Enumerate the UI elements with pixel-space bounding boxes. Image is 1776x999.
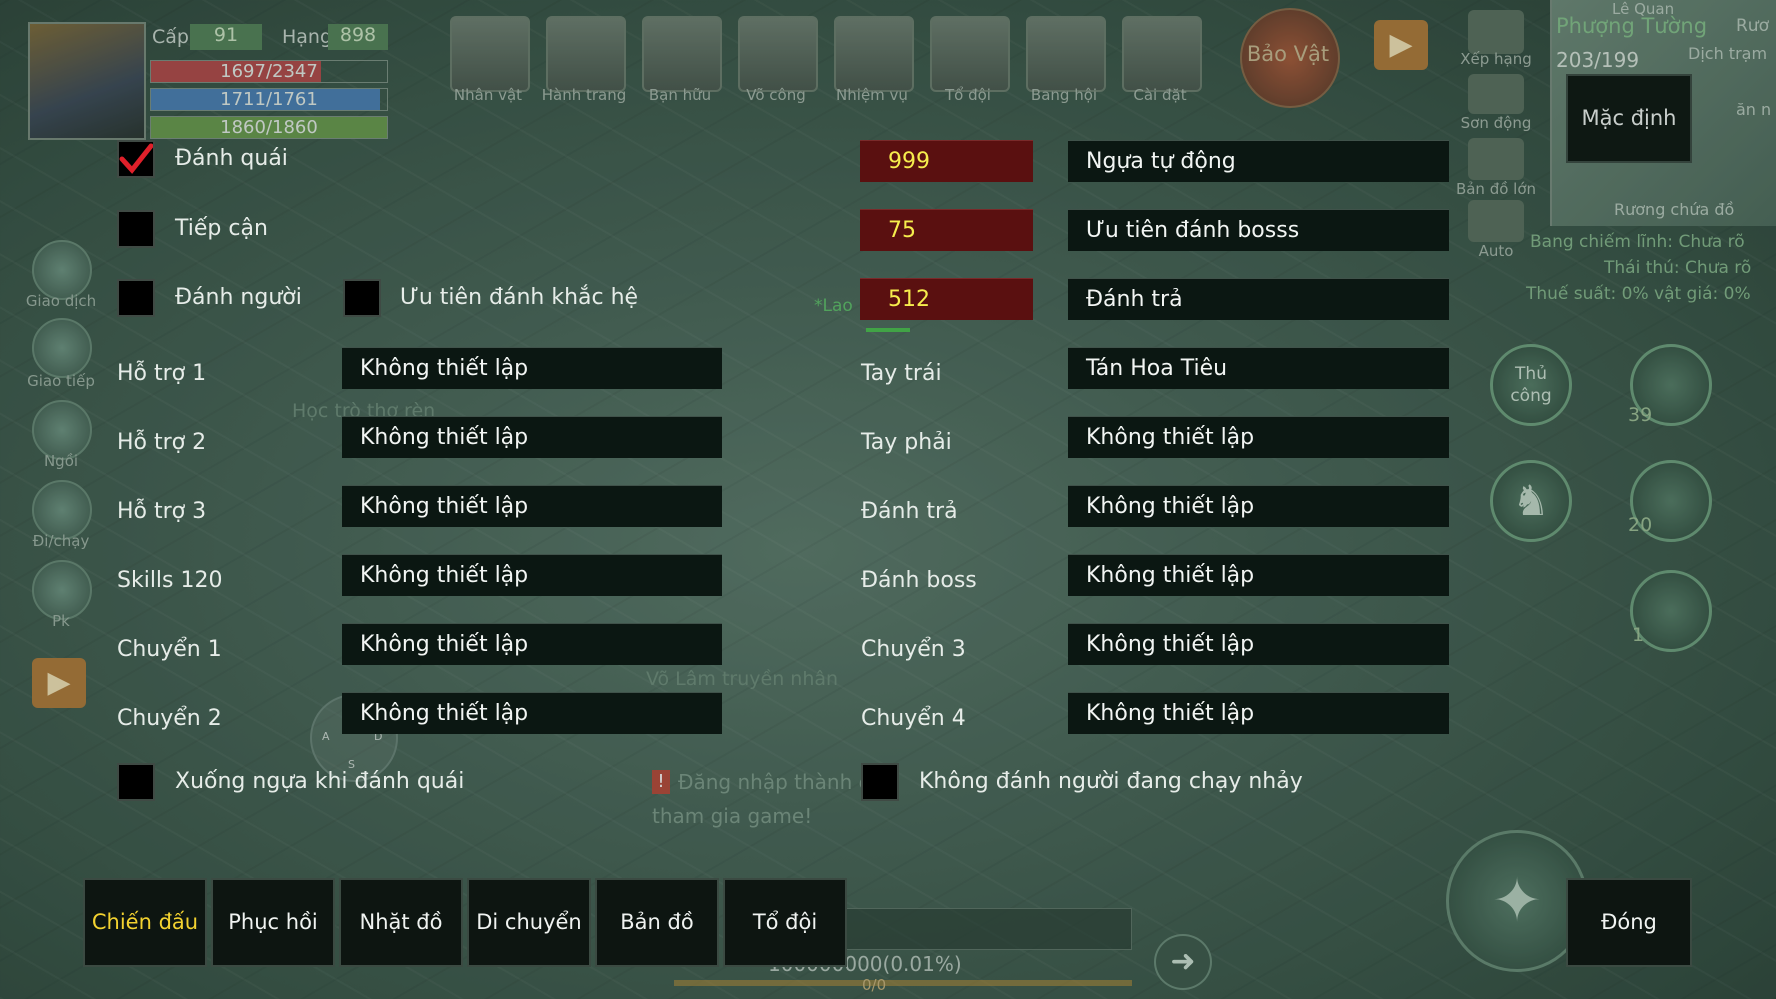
support-1-select[interactable]: Không thiết lập [342, 347, 722, 389]
check-mark-icon [119, 143, 154, 174]
skills-120-select[interactable]: Không thiết lập [342, 554, 722, 596]
switch-2-label: Chuyển 2 [117, 706, 222, 731]
switch-3-label: Chuyển 3 [861, 637, 966, 662]
switch-2-select[interactable]: Không thiết lập [342, 692, 722, 734]
approach-checkbox[interactable] [117, 210, 155, 248]
left-hand-label: Tay trái [861, 361, 942, 386]
boss-priority-number-input[interactable]: 75 [860, 209, 1033, 251]
dismount-checkbox[interactable] [117, 763, 155, 801]
support-1-label: Hỗ trợ 1 [117, 361, 207, 386]
support-2-select[interactable]: Không thiết lập [342, 416, 722, 458]
tab-pickup[interactable]: Nhặt đồ [339, 878, 463, 967]
dismount-label: Xuống ngựa khi đánh quái [175, 769, 465, 794]
counterattack-label: Đánh trả [1068, 278, 1449, 320]
left-hand-select[interactable]: Tán Hoa Tiêu [1068, 347, 1449, 389]
tab-movement[interactable]: Di chuyển [467, 878, 591, 967]
close-button[interactable]: Đóng [1566, 878, 1692, 967]
tab-party[interactable]: Tổ đội [723, 878, 847, 967]
ignore-running-players-label: Không đánh người đang chạy nhảy [919, 769, 1303, 794]
counter-skill-label: Đánh trả [861, 499, 958, 524]
boss-priority-label: Ưu tiên đánh bosss [1068, 209, 1449, 251]
skills-120-label: Skills 120 [117, 568, 223, 593]
boss-skill-select[interactable]: Không thiết lập [1068, 554, 1449, 596]
auto-horse-number-input[interactable]: 999 [860, 140, 1033, 182]
attack-player-checkbox[interactable] [117, 279, 155, 317]
boss-skill-label: Đánh boss [861, 568, 977, 593]
switch-1-select[interactable]: Không thiết lập [342, 623, 722, 665]
tab-map[interactable]: Bản đồ [595, 878, 719, 967]
switch-4-select[interactable]: Không thiết lập [1068, 692, 1449, 734]
tab-recovery[interactable]: Phục hồi [211, 878, 335, 967]
element-priority-checkbox[interactable] [343, 279, 381, 317]
ignore-running-players-checkbox[interactable] [861, 763, 899, 801]
right-hand-select[interactable]: Không thiết lập [1068, 416, 1449, 458]
switch-3-select[interactable]: Không thiết lập [1068, 623, 1449, 665]
auto-horse-label: Ngựa tự động [1068, 140, 1449, 182]
attack-player-label: Đánh người [175, 285, 302, 310]
switch-4-label: Chuyển 4 [861, 706, 966, 731]
approach-label: Tiếp cận [175, 216, 268, 241]
counterattack-number-input[interactable]: 512 [860, 278, 1033, 320]
attack-monster-checkbox[interactable] [117, 140, 155, 178]
right-hand-label: Tay phải [861, 430, 952, 455]
support-2-label: Hỗ trợ 2 [117, 430, 207, 455]
support-3-label: Hỗ trợ 3 [117, 499, 207, 524]
switch-1-label: Chuyển 1 [117, 637, 222, 662]
support-3-select[interactable]: Không thiết lập [342, 485, 722, 527]
attack-monster-label: Đánh quái [175, 146, 288, 171]
counter-skill-select[interactable]: Không thiết lập [1068, 485, 1449, 527]
tab-combat[interactable]: Chiến đấu [83, 878, 207, 967]
element-priority-label: Ưu tiên đánh khắc hệ [400, 285, 639, 310]
